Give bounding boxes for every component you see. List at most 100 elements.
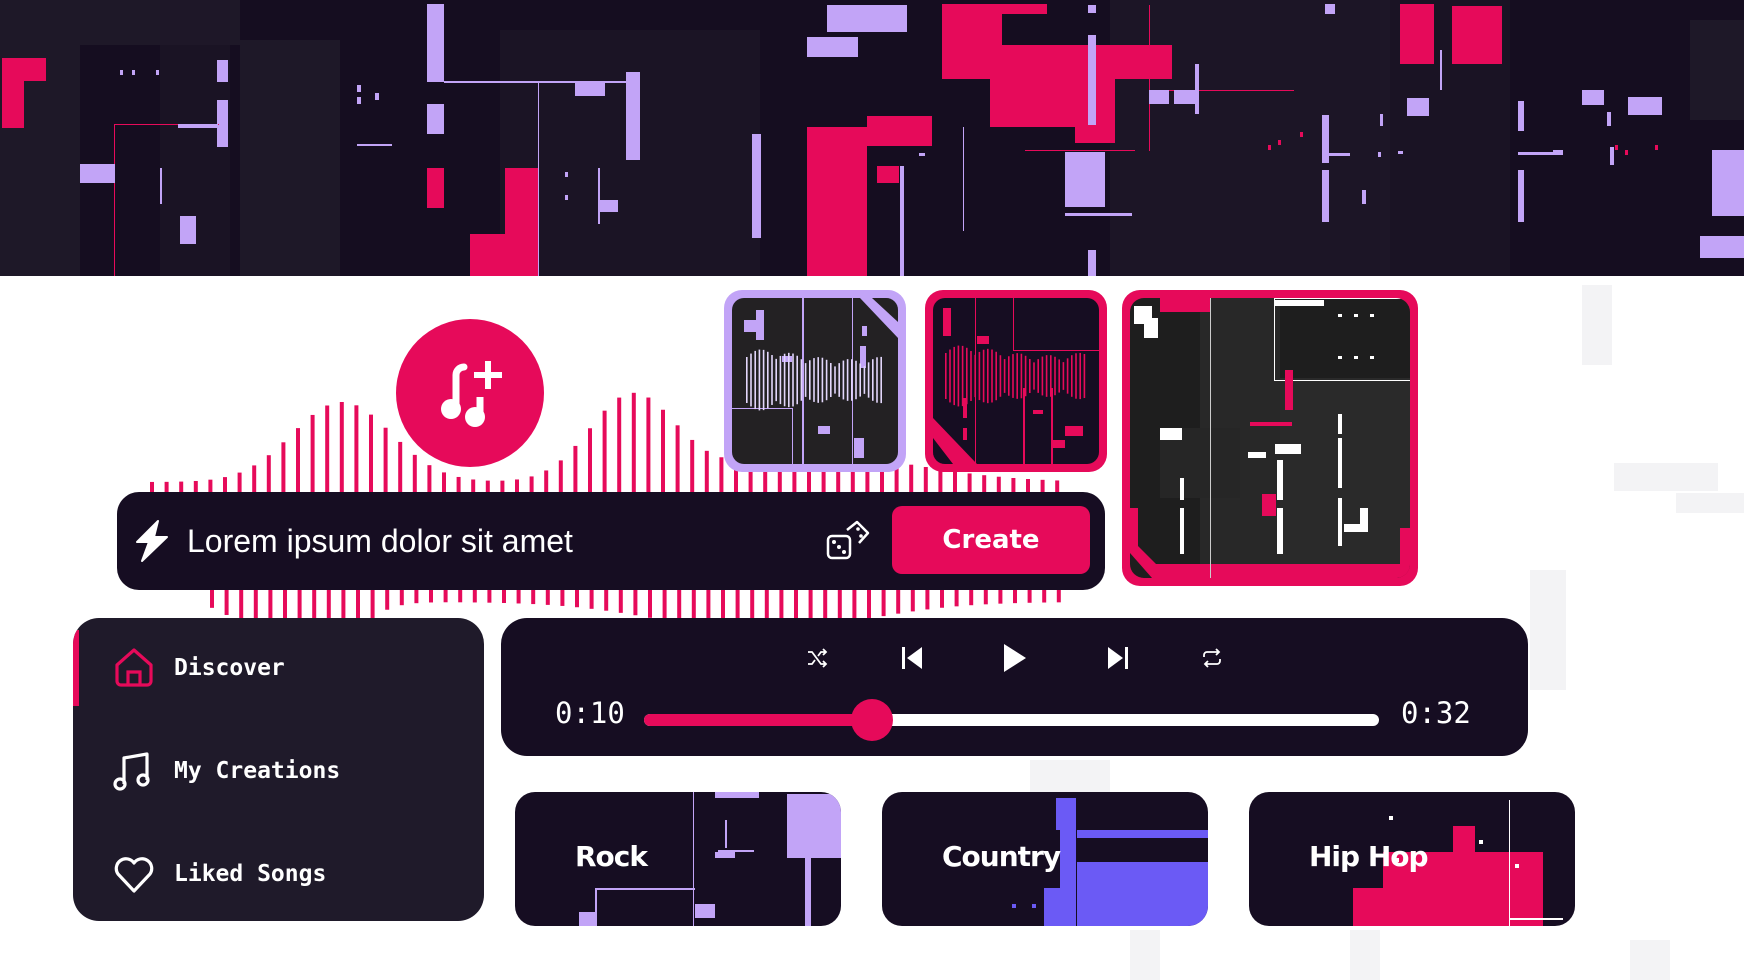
waveform-bar: [633, 590, 638, 616]
thumbnail-art: [1130, 298, 1410, 578]
waveform-bar: [996, 476, 1001, 492]
waveform-bar: [1027, 590, 1032, 603]
progress-fill: [644, 714, 872, 726]
waveform-bar: [896, 590, 901, 614]
waveform-bar: [1011, 477, 1016, 492]
mini-waveform-bar: [1079, 352, 1081, 400]
play-button[interactable]: [992, 636, 1036, 680]
waveform-bar: [544, 470, 549, 492]
mini-waveform-bar: [851, 359, 853, 401]
music-note-icon: [113, 752, 150, 791]
waveform-bar: [1013, 590, 1017, 604]
waveform-bar: [237, 472, 242, 492]
waveform-bar: [648, 590, 652, 618]
background-ghost-shape: [1030, 760, 1110, 792]
sidebar-item-label: Discover: [174, 655, 285, 681]
waveform-bar: [982, 475, 987, 492]
add-music-button[interactable]: [396, 319, 544, 467]
waveform-bar: [529, 476, 534, 492]
mini-waveform-bar: [855, 360, 857, 400]
track-thumbnail-pink[interactable]: [925, 290, 1107, 472]
mini-waveform-bar: [957, 345, 960, 407]
mini-waveform-bar: [750, 353, 752, 407]
waveform-bar: [646, 397, 651, 492]
mini-waveform-bar: [821, 357, 824, 403]
waveform-bar: [852, 590, 857, 622]
mini-waveform-bar: [792, 353, 794, 407]
genre-label: Hip Hop: [1309, 840, 1429, 873]
waveform-bar: [458, 590, 463, 603]
mini-waveform-bar: [775, 358, 777, 402]
heart-icon: [114, 857, 154, 893]
genre-label: Rock: [575, 840, 648, 873]
sidebar-item-label: My Creations: [174, 758, 341, 784]
track-thumbnail-lavender[interactable]: [724, 290, 906, 472]
mini-waveform-bar: [1054, 356, 1056, 396]
mini-waveform-bar: [1071, 355, 1073, 397]
skip-previous-icon: [902, 647, 922, 669]
waveform-bar: [983, 590, 988, 605]
mini-waveform-bar: [813, 358, 815, 402]
sidebar-item-discover[interactable]: Discover: [73, 630, 484, 706]
shuffle-button[interactable]: [795, 636, 839, 680]
waveform-bar: [661, 409, 665, 492]
waveform-bar: [531, 590, 536, 605]
background-ghost-shape: [1530, 570, 1566, 690]
genre-card-hip-hop[interactable]: Hip Hop: [1249, 792, 1575, 926]
waveform-bar: [516, 590, 521, 604]
mini-waveform-bar: [825, 359, 828, 401]
mini-waveform-bar: [842, 360, 845, 400]
shuffle-icon: [808, 648, 828, 668]
waveform-bar: [589, 590, 594, 609]
prompt-input[interactable]: [187, 512, 887, 570]
lightning-bolt-icon: [136, 520, 168, 562]
waveform-bar: [618, 590, 623, 613]
sidebar-item-my-creations[interactable]: My Creations: [73, 733, 484, 809]
waveform-bar: [456, 476, 461, 492]
genre-card-country[interactable]: Country: [882, 792, 1208, 926]
mini-waveform-bar: [1016, 353, 1018, 399]
mini-waveform-bar: [1062, 362, 1065, 390]
waveform-bar: [252, 465, 257, 492]
track-thumbnail-large[interactable]: [1122, 290, 1418, 586]
waveform-bar: [339, 402, 344, 492]
waveform-bar: [210, 590, 214, 608]
waveform-bar: [354, 405, 359, 492]
mini-waveform-bar: [982, 349, 985, 403]
repeat-button[interactable]: [1190, 636, 1234, 680]
progress-handle[interactable]: [850, 699, 893, 741]
waveform-bar: [588, 428, 592, 492]
waveform-bar: [150, 481, 154, 492]
waveform-bar: [208, 479, 213, 492]
create-button[interactable]: Create: [892, 506, 1090, 574]
mini-waveform-bar: [830, 362, 832, 398]
waveform-bar: [969, 590, 974, 606]
mini-waveform-bar: [987, 348, 989, 404]
mini-waveform-bar: [758, 349, 761, 411]
mini-waveform-bar: [846, 359, 849, 401]
sidebar-item-liked-songs[interactable]: Liked Songs: [73, 836, 484, 912]
elapsed-time: 0:10: [555, 696, 625, 730]
mini-waveform-bar: [876, 357, 878, 403]
dice-icon[interactable]: [825, 518, 871, 564]
thumbnail-art: [933, 298, 1099, 464]
mini-waveform-bar: [966, 347, 968, 405]
mini-waveform-bar: [978, 351, 981, 401]
home-icon: [115, 648, 153, 687]
mini-waveform-bar: [872, 359, 874, 401]
next-button[interactable]: [1096, 636, 1140, 680]
waveform-bar: [662, 590, 667, 621]
waveform-bar: [617, 397, 622, 492]
previous-button[interactable]: [890, 636, 934, 680]
waveform-bar: [370, 590, 375, 619]
mini-waveform-bar: [1003, 359, 1006, 393]
waveform-bar: [224, 590, 229, 615]
mini-waveform-bar: [974, 354, 976, 398]
waveform-bar: [558, 460, 563, 492]
mini-waveform-bar: [1020, 353, 1023, 399]
waveform-bar: [631, 392, 636, 492]
genre-card-rock[interactable]: Rock: [515, 792, 841, 926]
waveform-bar: [1056, 590, 1061, 603]
waveform-bar: [925, 590, 930, 610]
progress-slider[interactable]: [644, 699, 1379, 741]
